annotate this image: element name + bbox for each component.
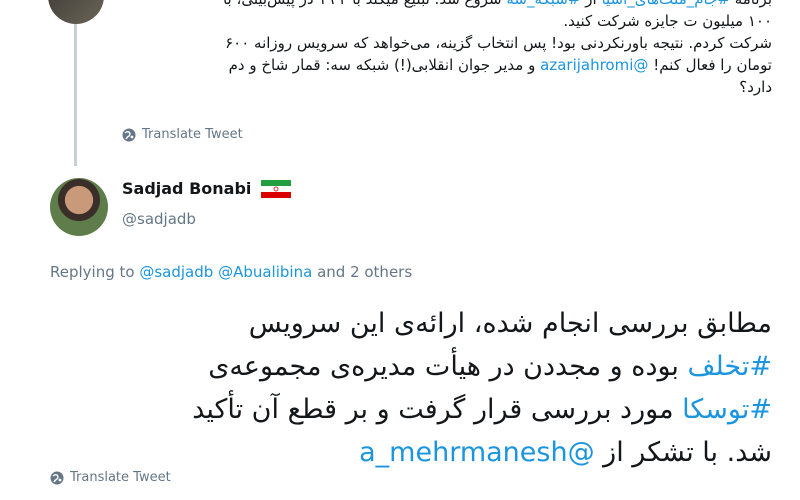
- translate-tweet-button-previous[interactable]: Translate Tweet: [122, 127, 243, 142]
- tweet-text-line-3: #توسکا مورد بررسی قرار گرفت و بر قطع آن …: [192, 394, 772, 425]
- hashtag-link[interactable]: #تخلف: [688, 351, 772, 382]
- author-handle[interactable]: @sadjadb: [122, 210, 196, 228]
- author-name[interactable]: Sadjad Bonabi: [122, 179, 251, 198]
- thread-connector-line: [74, 0, 77, 166]
- iran-flag-icon: [261, 179, 292, 198]
- hashtag-link[interactable]: #جام_ملت‌های_آسیا: [601, 0, 729, 8]
- tweet-text-line-1: مطابق بررسی انجام شده، ارائه‌ی این سرویس: [248, 308, 772, 339]
- previous-tweet-line-5: دارد؟: [739, 78, 772, 96]
- previous-tweet-line-3: شرکت کردم. نتیجه باورنکردنی بود! پس انتخ…: [225, 34, 772, 52]
- mention-link[interactable]: @Abualibina: [218, 263, 312, 281]
- replying-to: Replying to @sadjadb @Abualibina and 2 o…: [50, 263, 413, 281]
- mention-link[interactable]: @sadjadb: [139, 263, 213, 281]
- author-row: Sadjad Bonabi: [122, 179, 292, 198]
- globe-icon: [122, 128, 136, 141]
- hashtag-link[interactable]: #توسکا: [682, 394, 772, 425]
- tweet-text: مطابق بررسی انجام شده، ارائه‌ی این سرویس…: [50, 302, 772, 474]
- translate-tweet-button[interactable]: Translate Tweet: [50, 470, 171, 485]
- mention-link[interactable]: @a_mehrmanesh: [359, 437, 594, 468]
- tweet-text-line-2: #تخلف بوده و مجددن در هیأت مدیره‌ی مجموع…: [208, 351, 772, 382]
- hashtag-link[interactable]: #شبکه_سه: [506, 0, 580, 8]
- previous-tweet-avatar[interactable]: [48, 0, 104, 24]
- avatar[interactable]: [50, 178, 108, 236]
- globe-icon: [50, 471, 64, 484]
- tweet-text-line-4: شد. با تشکر از @a_mehrmanesh: [359, 437, 772, 468]
- previous-tweet-line-2: ۱۰۰ میلیون ت جایزه شرکت کنید.: [563, 12, 772, 30]
- previous-tweet-text: برنامه #جام_ملت‌های_آسیا از #شبکه_سه شرو…: [112, 0, 772, 98]
- previous-tweet-line-4: تومان را فعال کنم! @azarijahromi و مدیر …: [228, 56, 772, 74]
- mention-link[interactable]: @azarijahromi: [540, 56, 648, 74]
- previous-tweet-line-1: برنامه #جام_ملت‌های_آسیا از #شبکه_سه شرو…: [112, 0, 772, 10]
